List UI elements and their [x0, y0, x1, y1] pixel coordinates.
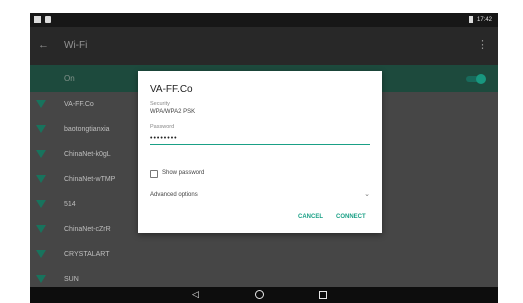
- nav-back-icon[interactable]: ◁: [192, 289, 199, 300]
- cancel-button[interactable]: CANCEL: [298, 214, 323, 220]
- password-label: Password: [150, 124, 175, 130]
- battery-icon: [468, 16, 473, 23]
- connect-button[interactable]: CONNECT: [336, 214, 366, 220]
- lock-icon: [45, 16, 51, 23]
- dialog-title: VA-FF.Co: [150, 84, 193, 95]
- show-password-checkbox[interactable]: [150, 170, 158, 178]
- home-icon[interactable]: [255, 290, 264, 299]
- advanced-options[interactable]: Advanced options: [150, 192, 198, 198]
- security-value: WPA/WPA2 PSK: [150, 109, 196, 115]
- security-label: Security: [150, 101, 170, 107]
- notification-icon: [34, 16, 41, 23]
- chevron-down-icon[interactable]: ⌄: [364, 190, 370, 198]
- recents-icon[interactable]: [319, 291, 327, 299]
- wifi-password-dialog: VA-FF.Co Security WPA/WPA2 PSK Password …: [138, 71, 382, 233]
- password-input[interactable]: [150, 133, 370, 145]
- clock: 17:42: [476, 16, 492, 23]
- tablet-screen: 17:42 ← Wi-Fi ⋮ On VA-FF.Co baotongtianx…: [30, 13, 498, 303]
- show-password-label[interactable]: Show password: [162, 170, 204, 176]
- status-bar: 17:42: [30, 13, 498, 27]
- navigation-bar: ◁: [30, 287, 498, 303]
